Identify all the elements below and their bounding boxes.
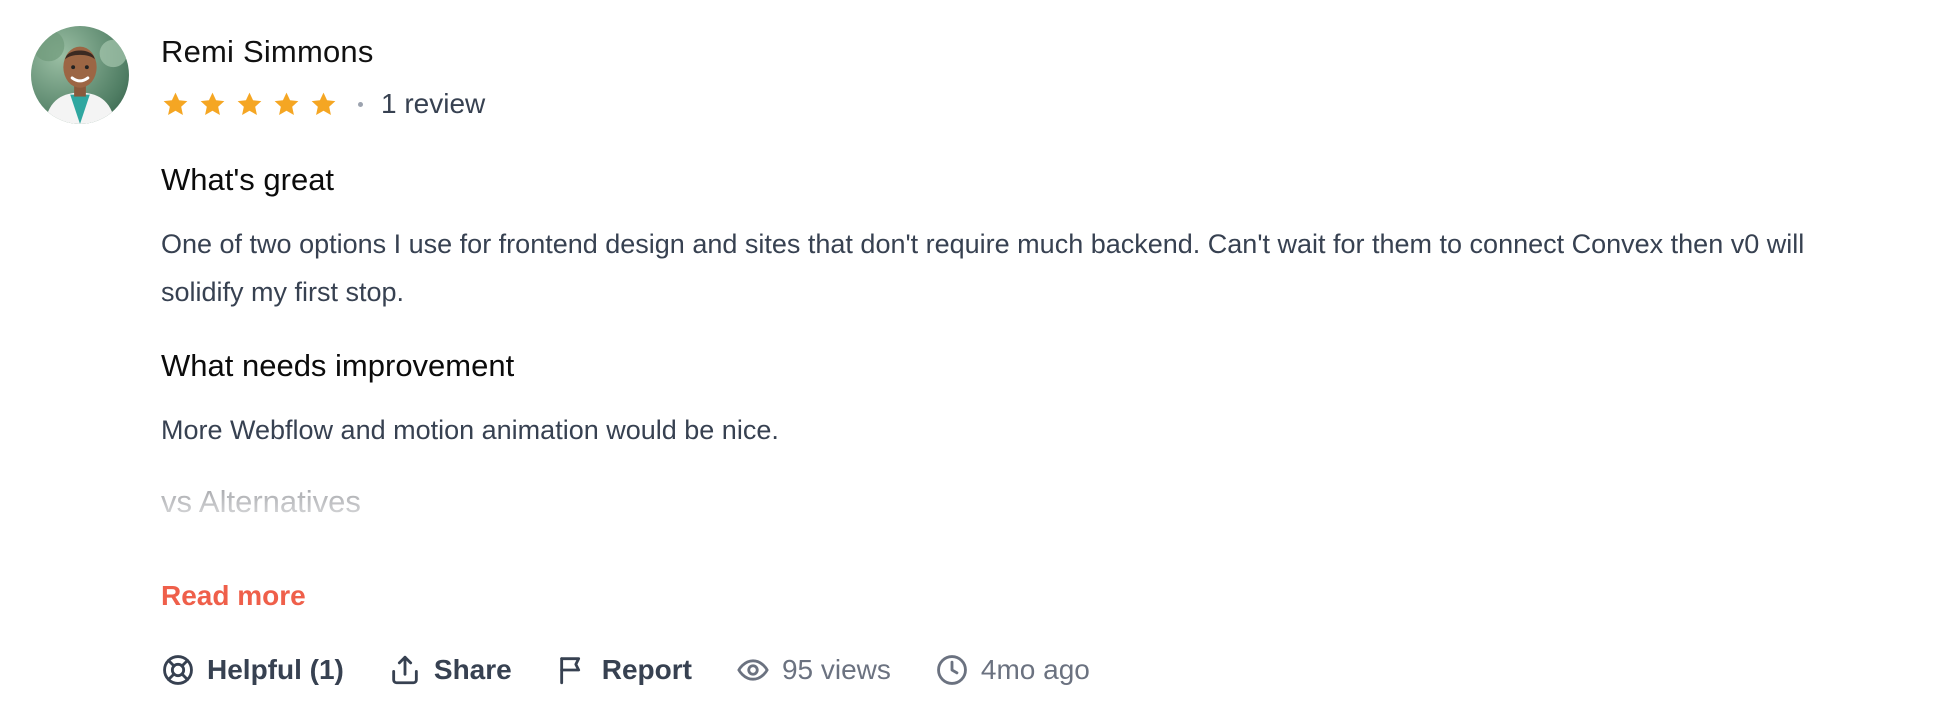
author-avatar[interactable] [31, 26, 129, 124]
star-icon [311, 92, 336, 115]
section-heading-great: What's great [161, 162, 335, 197]
star-rating [161, 90, 338, 119]
review-card: Remi Simmons 1 review What's great One o… [0, 0, 1940, 712]
helpful-label: Helpful (1) [207, 654, 344, 685]
review-timestamp: 4mo ago [935, 653, 1090, 687]
lifebuoy-icon [163, 655, 193, 685]
report-label: Report [601, 654, 692, 685]
star-icon [237, 92, 262, 115]
view-count: 95 views [736, 653, 891, 687]
author-name[interactable]: Remi Simmons [161, 34, 374, 70]
report-button[interactable]: Report [556, 653, 692, 687]
star-icon [200, 92, 225, 115]
share-button[interactable]: Share [388, 653, 512, 687]
clock-icon [937, 655, 967, 685]
rating-row: 1 review [161, 86, 485, 122]
section-heading-alternatives: vs Alternatives [161, 484, 361, 519]
section-text-improvement: More Webflow and motion animation would … [161, 415, 779, 445]
section-heading-improvement: What needs improvement [161, 348, 515, 383]
views-label: 95 views [781, 654, 891, 685]
eye-icon [737, 659, 769, 681]
truncation-fade [161, 470, 1661, 570]
user-avatar-icon [32, 29, 128, 124]
read-more-link[interactable]: Read more [161, 580, 306, 612]
separator-dot [358, 101, 363, 107]
star-icon [163, 92, 188, 115]
time-label: 4mo ago [980, 654, 1090, 685]
star-icon [274, 92, 299, 115]
helpful-button[interactable]: Helpful (1) [161, 653, 344, 687]
share-label: Share [433, 654, 512, 685]
share-icon [392, 655, 418, 685]
review-actions: Helpful (1) Share Report 95 views 4mo ag… [161, 648, 1134, 692]
flag-icon [559, 657, 580, 685]
review-count[interactable]: 1 review [381, 88, 485, 120]
section-text-great: One of two options I use for frontend de… [161, 229, 1805, 307]
